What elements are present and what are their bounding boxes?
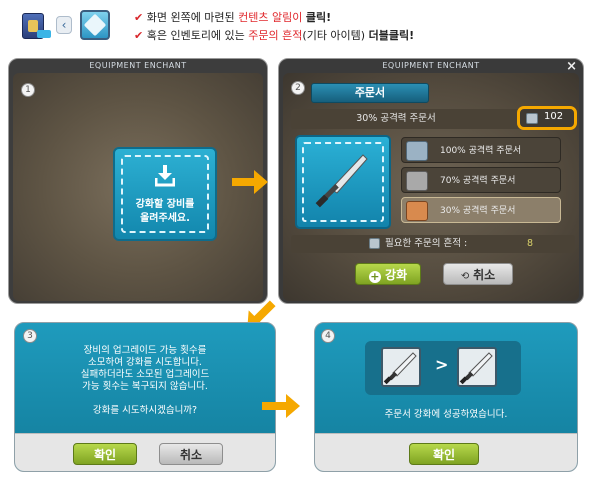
scroll-option[interactable]: 70% 공격력 주문서 (401, 167, 561, 193)
dagger-icon (315, 151, 371, 217)
dialog-footer (15, 433, 275, 471)
panel-4-success-dialog: 4 > 주문서 강화에 성공하였습니다. 확인 (314, 322, 578, 472)
enhance-button[interactable]: + 강화 (355, 263, 421, 285)
enhance-button-label: 강화 (385, 268, 408, 282)
dialog-message-line: 가능 횟수는 복구되지 않습니다. (82, 381, 208, 392)
dagger-icon (383, 352, 417, 385)
dialog-message-line: 소모하여 강화를 시도합니다. (88, 357, 202, 368)
scroll-option-selected[interactable]: 30% 공격력 주문서 (401, 197, 561, 223)
scroll-option-label: 70% 공격력 주문서 (440, 176, 516, 186)
dagger-icon (459, 352, 493, 385)
dropzone-text-1: 강화할 장비를 (135, 199, 195, 210)
instruction-line-2: ✔ 혹은 인벤토리에 있는 주문의 흔적(기타 아이템) 더블클릭! (134, 27, 414, 43)
step-number: 2 (291, 81, 305, 95)
confirm-button[interactable]: 확인 (73, 443, 137, 465)
step-number: 1 (21, 83, 35, 97)
plus-circle-icon: + (368, 270, 381, 283)
dropzone-text-2: 올려주세요. (140, 213, 190, 224)
instruction-text: (기타 아이템) (302, 29, 366, 42)
dialog-message-line: 장비의 업그레이드 가능 횟수를 (83, 345, 207, 356)
scroll-glyph-icon (83, 13, 107, 37)
chevron-left-icon: ‹ (56, 16, 72, 34)
panel-2-equipment-enchant: EQUIPMENT ENCHANT × 2 주문서 30% 공격력 주문서 10… (278, 58, 584, 304)
item-count-box: 102 (517, 106, 577, 130)
panel-3-confirm-dialog: 3 장비의 업그레이드 가능 횟수를 소모하여 강화를 시도합니다. 실패하더라… (14, 322, 276, 472)
refresh-icon: ⟲ (460, 271, 470, 282)
scroll-option-label: 100% 공격력 주문서 (440, 146, 522, 156)
instruction-emphasis: 더블클릭! (368, 29, 415, 42)
instruction-emphasis: 클릭! (305, 11, 332, 24)
confirm-button[interactable]: 확인 (409, 443, 479, 465)
download-icon (154, 165, 176, 187)
step-number: 4 (321, 329, 335, 343)
blue-tag-icon (37, 30, 51, 38)
arrow-right-icon (262, 392, 302, 424)
scroll-option-label: 30% 공격력 주문서 (440, 206, 516, 216)
scroll-option-icon (406, 201, 428, 221)
instruction-text: 화면 왼쪽에 마련된 (146, 11, 235, 24)
tab-scroll[interactable]: 주문서 (311, 83, 429, 103)
scroll-option-icon (406, 171, 428, 191)
dialog-message-line: 실패하더라도 소모된 업그레이드 (80, 369, 210, 380)
after-item-slot (457, 347, 497, 387)
selected-scroll-label: 30% 공격력 주문서 (356, 113, 436, 124)
instruction-highlight: 주문의 흔적 (248, 29, 303, 42)
success-message: 주문서 강화에 성공하였습니다. (384, 409, 508, 420)
content-notifier-icon[interactable] (22, 13, 51, 39)
scroll-trace-icon (526, 113, 538, 124)
requirement-bar: 필요한 주문의 흔적 : 8 (291, 235, 575, 253)
check-icon: ✔ (134, 29, 144, 42)
panel-1-equipment-enchant-empty: EQUIPMENT ENCHANT 1 강화할 장비를 올려주세요. (8, 58, 268, 304)
arrow-right-icon (232, 168, 270, 200)
requirement-value: 8 (527, 238, 534, 249)
instruction-highlight: 컨텐츠 알림이 (238, 11, 303, 24)
close-icon[interactable]: × (566, 59, 577, 74)
before-item-slot (381, 347, 421, 387)
equipment-dropzone[interactable]: 강화할 장비를 올려주세요. (113, 147, 217, 241)
scroll-trace-icon (369, 238, 380, 249)
cancel-button[interactable]: 취소 (159, 443, 223, 465)
step-number: 3 (23, 329, 37, 343)
instruction-text: 혹은 인벤토리에 있는 (146, 29, 245, 42)
check-icon: ✔ (134, 11, 144, 24)
equipment-slot[interactable] (295, 135, 391, 229)
cancel-button-label: 취소 (473, 268, 496, 282)
instruction-line-1: ✔ 화면 왼쪽에 마련된 컨텐츠 알림이 클릭! (134, 9, 331, 25)
window-title: EQUIPMENT ENCHANT (89, 61, 187, 70)
requirement-label: 필요한 주문의 흔적 : (385, 238, 468, 249)
scroll-option[interactable]: 100% 공격력 주문서 (401, 137, 561, 163)
item-count: 102 (544, 111, 564, 122)
cancel-button[interactable]: ⟲ 취소 (443, 263, 513, 285)
window-title: EQUIPMENT ENCHANT (382, 61, 480, 70)
dialog-question: 강화를 시도하시겠습니까? (92, 405, 198, 416)
scroll-option-icon (406, 141, 428, 161)
instruction-header: ‹ ✔ 화면 왼쪽에 마련된 컨텐츠 알림이 클릭! ✔ 혹은 인벤토리에 있는… (0, 0, 594, 50)
transform-arrow: > (435, 355, 449, 374)
scroll-item-icon[interactable] (80, 10, 110, 40)
